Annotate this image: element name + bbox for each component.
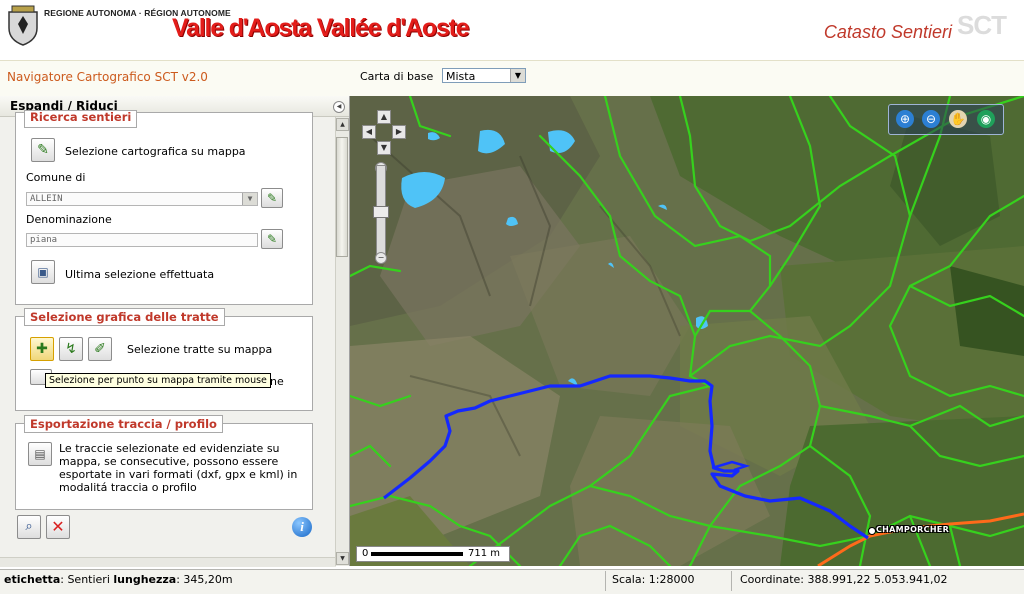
graphic-selection-section [15, 316, 313, 411]
graphic-selection-legend: Selezione grafica delle tratte [24, 308, 225, 326]
search-section-legend: Ricerca sentieri [24, 110, 138, 128]
status-etichetta: etichetta: Sentieri lunghezza: 345,20m [4, 573, 233, 586]
zoom-out-small-icon[interactable]: − [375, 252, 387, 264]
navigator-version: Navigatore Cartografico SCT v2.0 [7, 70, 208, 84]
point-select-button[interactable]: ✚ [30, 337, 54, 361]
comune-select[interactable]: ALLEIN ▼ [26, 192, 258, 206]
deselect-label: ne [270, 375, 284, 388]
last-selection-label: Ultima selezione effettuata [65, 268, 215, 281]
comune-select-value: ALLEIN [30, 194, 63, 204]
zoom-out-icon[interactable]: ⊖ [922, 110, 940, 128]
denominazione-field[interactable]: piana [26, 233, 258, 247]
search-denominazione-button[interactable]: ✎ [261, 229, 283, 249]
map-select-button[interactable]: ✎ [31, 138, 55, 162]
pan-east-icon[interactable]: ▶ [392, 125, 406, 139]
map-canvas[interactable] [350, 96, 1024, 566]
close-icon[interactable]: ✕ [46, 515, 70, 539]
region-crest-icon [8, 5, 38, 46]
lunghezza-value: : 345,20m [176, 573, 233, 586]
map-select-label: Selezione cartografica su mappa [65, 145, 246, 158]
hand-pan-icon[interactable]: ✋ [949, 110, 967, 128]
basemap-select[interactable]: Mista ▼ [442, 68, 526, 83]
erase-select-button[interactable]: ✐ [88, 337, 112, 361]
region-name-logo: Valle d'Aosta Vallée d'Aoste [172, 14, 470, 42]
scroll-up-icon[interactable]: ▲ [336, 118, 349, 131]
basemap-label: Carta di base [360, 70, 434, 83]
place-marker-icon [868, 527, 876, 535]
basemap-select-value: Mista [446, 70, 476, 83]
zoom-in-icon[interactable]: ⊕ [896, 110, 914, 128]
app-title: Catasto Sentieri [823, 22, 952, 42]
status-coordinates: Coordinate: 388.991,22 5.053.941,02 [740, 573, 948, 586]
export-section-legend: Esportazione traccia / profilo [24, 415, 223, 433]
pan-south-icon[interactable]: ▼ [377, 141, 391, 155]
etichetta-value: : Sentieri [60, 573, 114, 586]
search-comune-button[interactable]: ✎ [261, 188, 283, 208]
scroll-down-icon[interactable]: ▼ [336, 552, 349, 565]
status-scale: Scala: 1:28000 [612, 573, 695, 586]
search-icon[interactable]: ⌕ [17, 515, 41, 539]
lunghezza-key: lunghezza [113, 573, 177, 586]
chevron-down-icon: ▼ [510, 69, 525, 82]
line-select-button[interactable]: ↯ [59, 337, 83, 361]
etichetta-key: etichetta [4, 573, 61, 586]
select-segments-label: Selezione tratte su mappa [127, 343, 273, 356]
export-document-icon[interactable]: ▤ [28, 442, 52, 466]
scale-bar [371, 552, 463, 556]
scrollbar-thumb[interactable] [336, 137, 348, 257]
pan-north-icon[interactable]: ▲ [377, 110, 391, 124]
export-description: Le traccie selezionate ed evidenziate su… [59, 442, 298, 494]
map-tools-panel: ⊕ ⊖ ✋ ◉ [888, 104, 1004, 135]
tooltip: Selezione per punto su mappa tramite mou… [45, 373, 271, 388]
denominazione-label: Denominazione [26, 213, 112, 226]
app-code-logo: SCT [957, 10, 1007, 40]
place-label: CHAMPORCHER [876, 525, 950, 534]
status-divider [731, 571, 732, 591]
info-icon[interactable]: i [292, 517, 312, 537]
comune-label: Comune di [26, 171, 86, 184]
last-selection-button[interactable]: ▣ [31, 260, 55, 284]
collapse-panel-icon[interactable]: ◀ [333, 101, 345, 113]
pan-west-icon[interactable]: ◀ [362, 125, 376, 139]
panel-bottom-strip [0, 557, 336, 567]
scale-zero: 0 [362, 548, 369, 559]
globe-icon[interactable]: ◉ [977, 110, 995, 128]
chevron-down-icon: ▼ [242, 193, 257, 205]
zoom-slider-thumb[interactable] [373, 206, 389, 218]
scale-distance: 711 m [468, 548, 501, 559]
status-divider [605, 571, 606, 591]
